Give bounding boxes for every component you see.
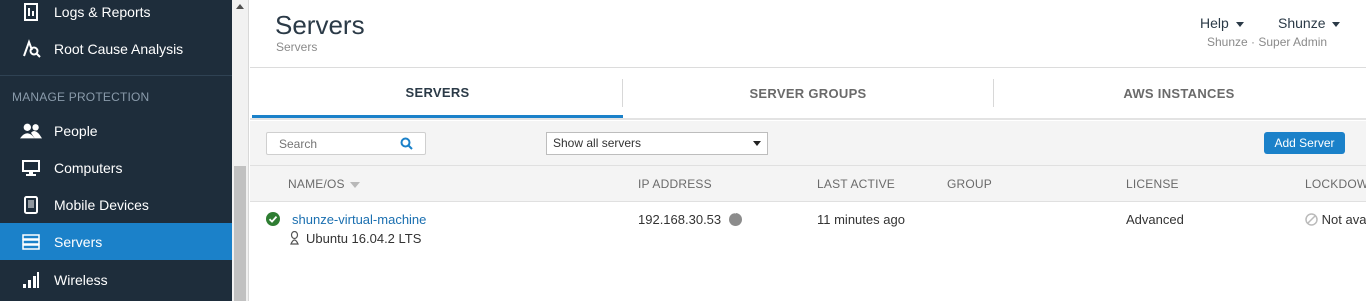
column-header-group[interactable]: GROUP [947, 177, 992, 191]
scroll-thumb[interactable] [234, 166, 246, 301]
sidebar-divider [0, 75, 232, 76]
sidebar-item-label: People [54, 122, 98, 139]
sidebar-item-logs-reports[interactable]: Logs & Reports [0, 0, 232, 30]
computer-icon [20, 157, 42, 179]
user-role: Shunze · Super Admin [1207, 35, 1328, 49]
section-label-manage-protection: MANAGE PROTECTION [12, 90, 150, 104]
page-title: Servers [275, 10, 365, 40]
people-icon [20, 120, 42, 142]
sidebar-item-label: Mobile Devices [54, 196, 149, 213]
sidebar-item-label: Wireless [54, 271, 108, 288]
server-lockdown: Not ava [1305, 212, 1366, 227]
add-server-button[interactable]: Add Server [1264, 132, 1345, 154]
sidebar-item-root-cause-analysis[interactable]: Root Cause Analysis [0, 30, 232, 67]
scroll-up-arrow-icon[interactable] [236, 4, 244, 9]
select-value: Show all servers [553, 136, 642, 150]
sidebar-item-computers[interactable]: Computers [0, 149, 232, 186]
table-row[interactable]: shunze-virtual-machine Ubuntu 16.04.2 LT… [250, 202, 1366, 301]
chevron-down-icon [753, 141, 761, 146]
breadcrumb[interactable]: Servers [276, 40, 317, 54]
toolbar: Show all servers Add Server [250, 121, 1366, 166]
chevron-down-icon [1332, 21, 1341, 27]
column-header-license[interactable]: LICENSE [1126, 177, 1179, 191]
server-ip: 192.168.30.53 [638, 210, 743, 227]
server-last-active: 11 minutes ago [817, 212, 905, 227]
not-available-icon [1305, 212, 1318, 227]
mobile-icon [20, 194, 42, 216]
tab-aws-instances[interactable]: AWS INSTANCES [994, 69, 1364, 118]
search-icon[interactable] [400, 137, 413, 155]
sidebar-item-servers[interactable]: Servers [0, 223, 232, 260]
sidebar-item-label: Logs & Reports [54, 3, 151, 20]
help-menu[interactable]: Help [1200, 15, 1244, 31]
user-menu[interactable]: Shunze [1278, 15, 1341, 31]
tab-servers[interactable]: SERVERS [252, 69, 623, 118]
server-icon [20, 231, 42, 253]
server-os: Ubuntu 16.04.2 LTS [306, 231, 422, 246]
sidebar-item-label: Computers [54, 159, 123, 176]
column-header-ip-address[interactable]: IP ADDRESS [638, 177, 712, 191]
linux-icon [288, 230, 301, 248]
sidebar-item-people[interactable]: People [0, 112, 232, 149]
sidebar-item-wireless[interactable]: Wireless [0, 261, 232, 298]
column-header-lockdown[interactable]: LOCKDOWN [1305, 177, 1366, 191]
wireless-icon [20, 269, 42, 291]
sidebar-scrollbar[interactable] [232, 0, 249, 301]
root-cause-icon [20, 38, 42, 60]
more-options-icon[interactable] [729, 210, 743, 226]
server-license: Advanced [1126, 212, 1184, 227]
sidebar-item-label: Root Cause Analysis [54, 40, 184, 57]
status-ok-icon [266, 212, 280, 229]
sidebar-item-mobile-devices[interactable]: Mobile Devices [0, 186, 232, 223]
page-header: Servers Servers Help Shunze Shunze · Sup… [250, 0, 1366, 68]
app-root: Logs & Reports Root Cause Analysis MANAG… [0, 0, 1366, 301]
column-header-last-active[interactable]: LAST ACTIVE [817, 177, 895, 191]
sort-desc-icon [349, 181, 360, 188]
server-name-link[interactable]: shunze-virtual-machine [292, 212, 426, 227]
tab-server-groups[interactable]: SERVER GROUPS [623, 69, 993, 118]
sidebar: Logs & Reports Root Cause Analysis MANAG… [0, 0, 232, 301]
user-label: Shunze [1278, 15, 1326, 31]
help-label: Help [1200, 15, 1229, 31]
sidebar-item-label: Servers [54, 233, 103, 250]
server-filter-select[interactable]: Show all servers [546, 132, 768, 155]
chevron-down-icon [1235, 21, 1244, 27]
report-icon [20, 1, 42, 23]
tab-bar: SERVERS SERVER GROUPS AWS INSTANCES [250, 69, 1366, 120]
table-header: NAME/OS IP ADDRESS LAST ACTIVE GROUP LIC… [250, 166, 1366, 202]
column-header-name-os[interactable]: NAME/OS [288, 177, 360, 191]
